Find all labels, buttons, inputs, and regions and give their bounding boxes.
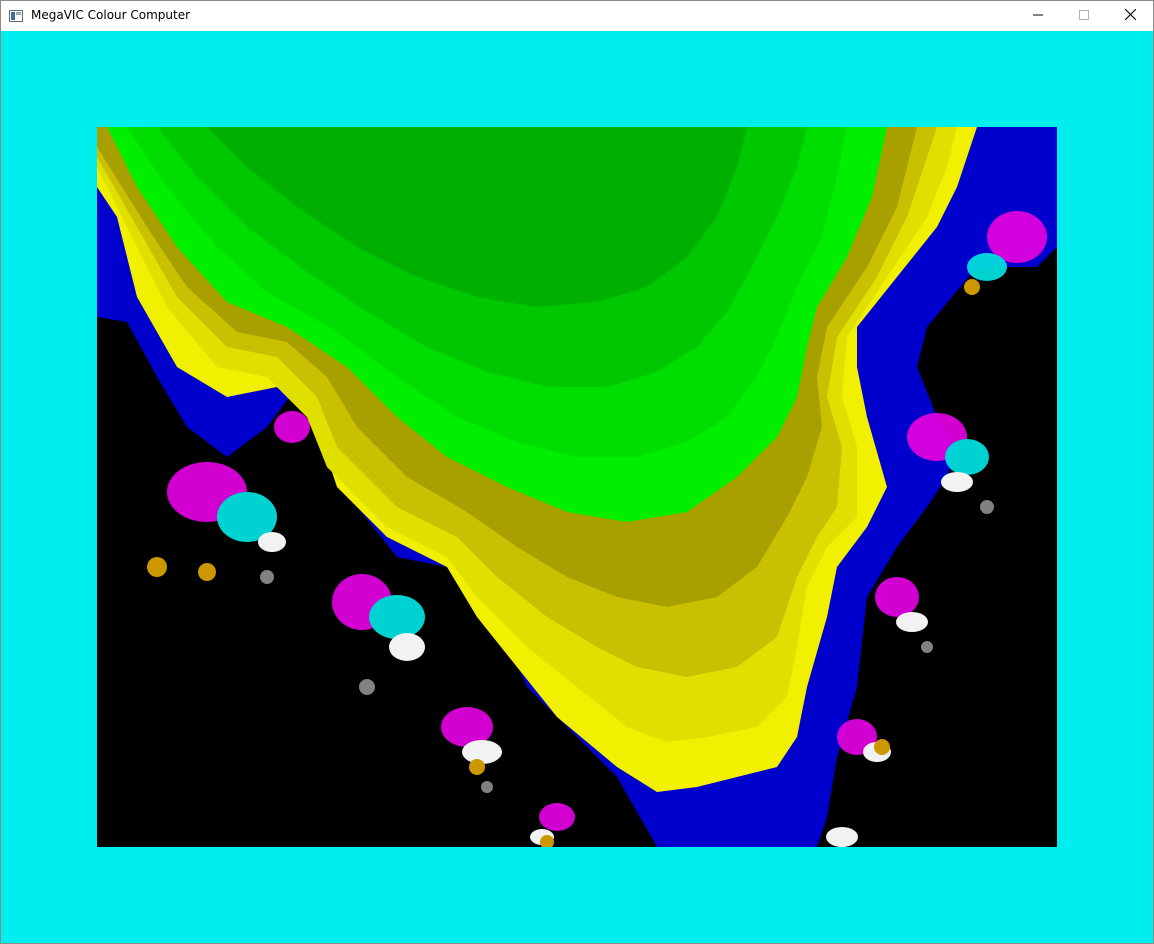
minimize-button[interactable]	[1015, 1, 1061, 31]
emulator-client-area[interactable]	[1, 31, 1153, 943]
minimize-icon	[1033, 7, 1043, 25]
emulator-screen[interactable]	[97, 127, 1057, 847]
maximize-icon	[1079, 7, 1089, 25]
app-window-icon[interactable]	[9, 9, 23, 22]
app-window: MegaVIC Colour Computer	[0, 0, 1154, 944]
close-button[interactable]	[1107, 1, 1153, 31]
title-bar[interactable]: MegaVIC Colour Computer	[1, 1, 1153, 31]
fractal-render	[97, 127, 1057, 847]
close-icon	[1124, 7, 1136, 25]
maximize-button[interactable]	[1061, 1, 1107, 31]
window-title: MegaVIC Colour Computer	[31, 8, 191, 22]
